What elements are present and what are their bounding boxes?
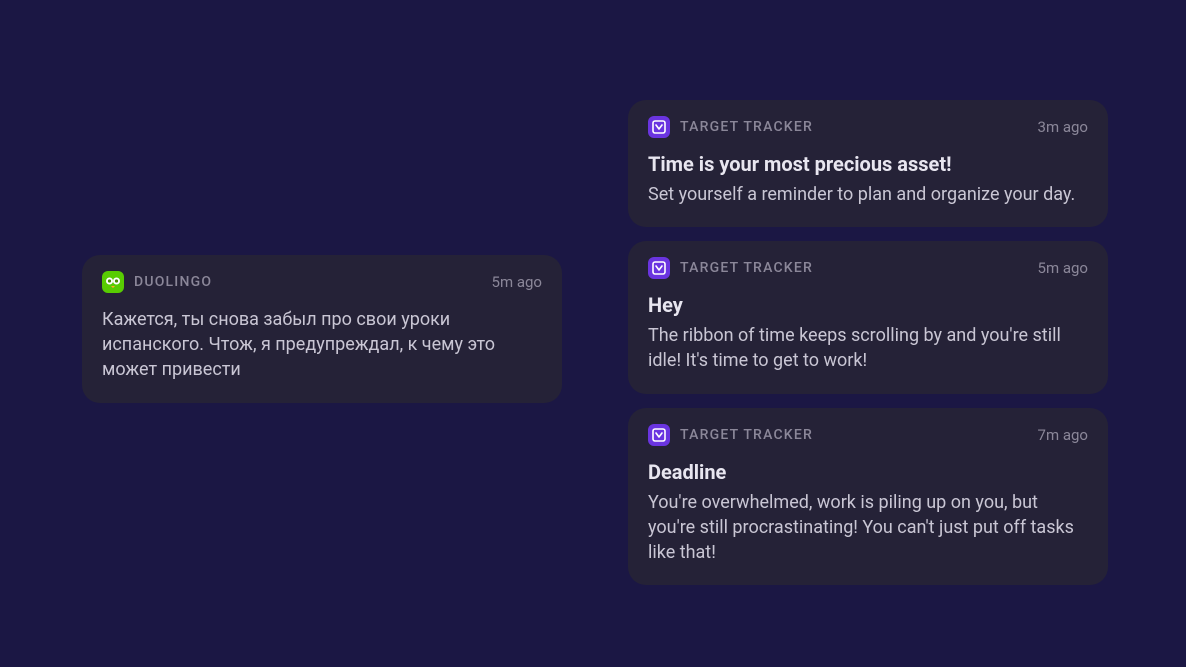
notification-card[interactable]: DUOLINGO 5m ago Кажется, ты снова забыл … bbox=[82, 255, 562, 403]
app-name: TARGET TRACKER bbox=[680, 427, 813, 443]
notification-time: 5m ago bbox=[492, 273, 542, 291]
notification-header: DUOLINGO 5m ago bbox=[102, 271, 542, 293]
notification-title: Time is your most precious asset! bbox=[648, 152, 1088, 176]
notification-time: 5m ago bbox=[1038, 259, 1088, 277]
app-name: TARGET TRACKER bbox=[680, 260, 813, 276]
app-name: DUOLINGO bbox=[134, 274, 212, 290]
notification-header: TARGET TRACKER 7m ago bbox=[648, 424, 1088, 446]
notification-card[interactable]: TARGET TRACKER 3m ago Time is your most … bbox=[628, 100, 1108, 227]
notification-body: Set yourself a reminder to plan and orga… bbox=[648, 182, 1088, 207]
notification-time: 7m ago bbox=[1038, 426, 1088, 444]
notification-card[interactable]: TARGET TRACKER 7m ago Deadline You're ov… bbox=[628, 408, 1108, 586]
notification-body: The ribbon of time keeps scrolling by an… bbox=[648, 323, 1088, 373]
notification-body: Кажется, ты снова забыл про свои уроки и… bbox=[102, 307, 542, 383]
target-tracker-icon bbox=[648, 257, 670, 279]
notification-card[interactable]: TARGET TRACKER 5m ago Hey The ribbon of … bbox=[628, 241, 1108, 393]
notification-title: Hey bbox=[648, 293, 1088, 317]
target-tracker-icon bbox=[648, 116, 670, 138]
notification-header: TARGET TRACKER 3m ago bbox=[648, 116, 1088, 138]
target-tracker-icon bbox=[648, 424, 670, 446]
notification-column-right: TARGET TRACKER 3m ago Time is your most … bbox=[628, 100, 1108, 585]
notification-header: TARGET TRACKER 5m ago bbox=[648, 257, 1088, 279]
notification-body: You're overwhelmed, work is piling up on… bbox=[648, 490, 1088, 566]
app-name: TARGET TRACKER bbox=[680, 119, 813, 135]
notification-column-left: DUOLINGO 5m ago Кажется, ты снова забыл … bbox=[82, 255, 562, 403]
notification-time: 3m ago bbox=[1038, 118, 1088, 136]
duolingo-icon bbox=[102, 271, 124, 293]
notification-title: Deadline bbox=[648, 460, 1088, 484]
